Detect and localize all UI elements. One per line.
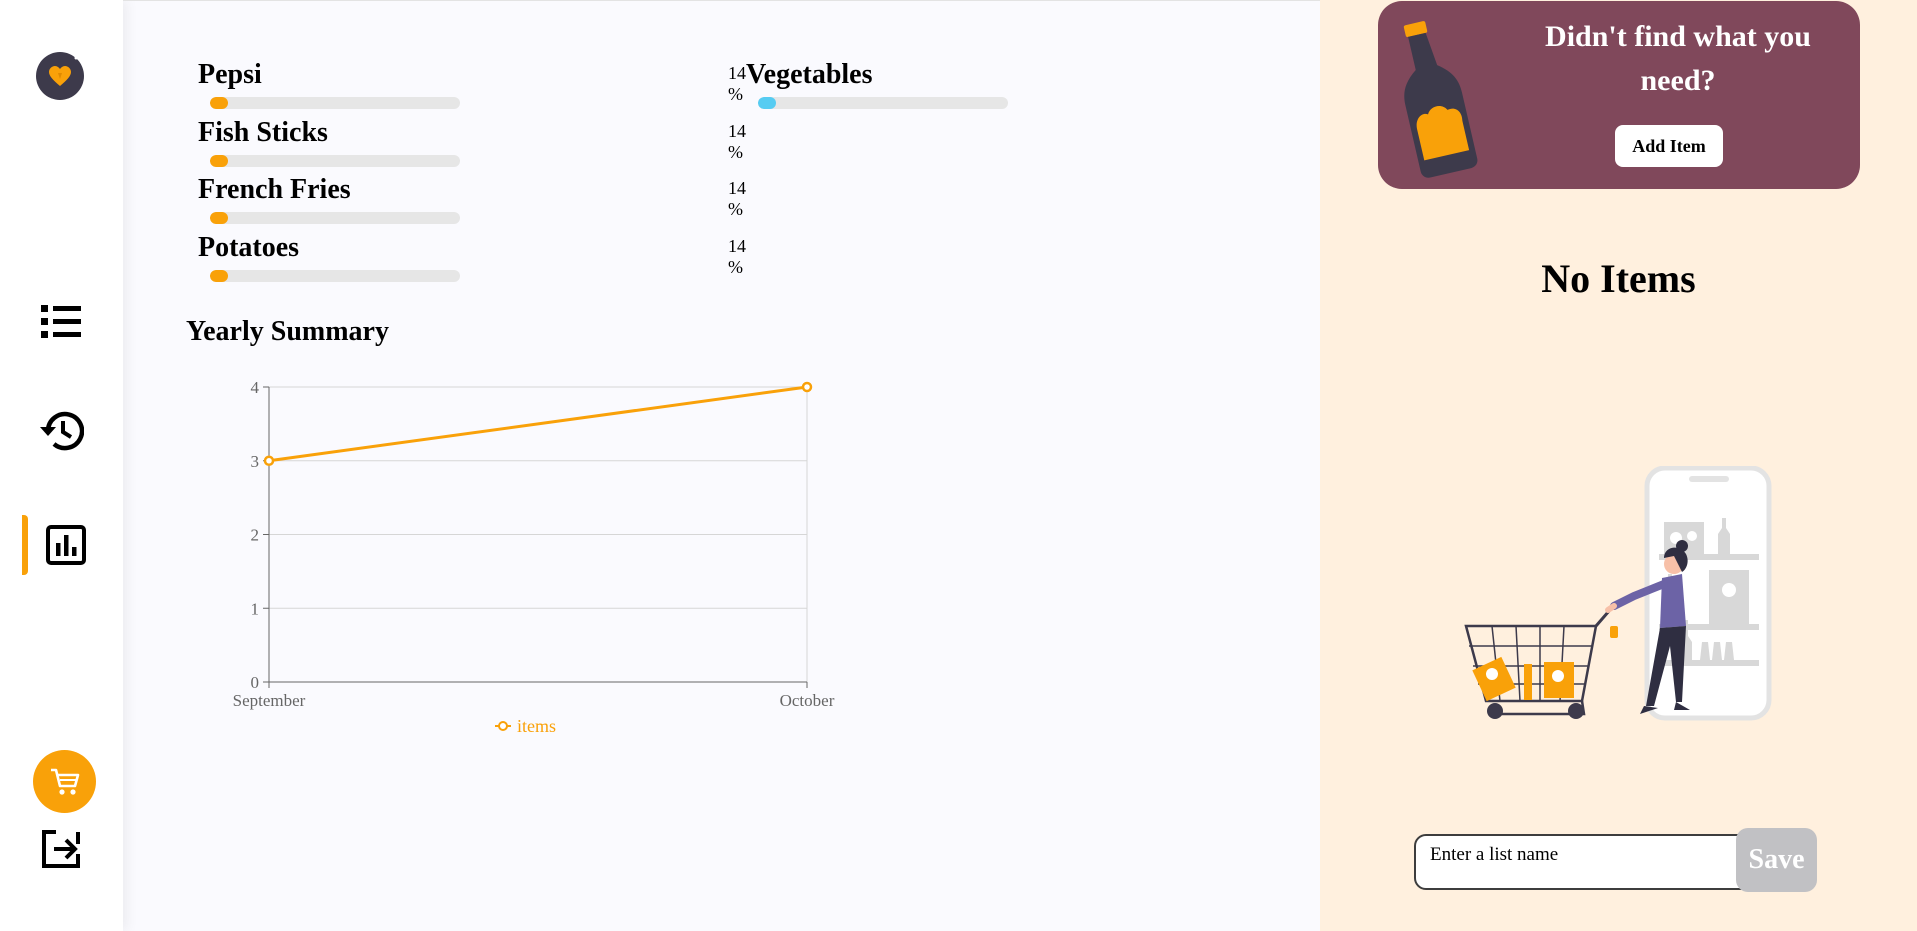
stat-percent: 14 % [728,120,746,162]
stat-name: Vegetables [746,59,873,90]
add-item-promo: Didn't find what you need? Add Item [1378,1,1860,189]
y-tick-label: 0 [251,673,260,692]
nav-history[interactable] [0,400,123,460]
logout-button[interactable] [40,828,82,875]
stat-row: Fish Sticks 14 % [198,116,746,174]
progress-track [210,154,460,167]
list-name-input[interactable] [1414,834,1754,890]
legend-label: items [517,716,556,736]
y-tick-label: 2 [251,526,260,545]
yearly-summary-chart: 0 1 2 3 4 September October items [233,378,835,736]
promo-text: Didn't find what you need? [1545,20,1811,97]
progress-fill [758,97,776,109]
stat-name: Potatoes [198,231,300,263]
cart-button[interactable] [33,750,96,813]
summary-title: Yearly Summary [186,316,389,347]
data-point [801,381,813,393]
y-tick-label: 3 [251,452,260,471]
nav-statistics[interactable] [0,515,123,575]
progress-track [758,97,1008,109]
statistics-main: Pepsi 14 % Fish Sticks 14 % French Fries 14 %… [123,0,1344,931]
progress-track [210,269,460,282]
progress-track [210,212,460,224]
statistics-icon [46,525,86,565]
cart-icon [51,768,80,795]
stat-name: Pepsi [198,59,262,90]
series-line [268,385,808,463]
y-tick-label: 1 [251,599,260,618]
x-tick-label: September [233,691,306,710]
stat-name: Fish Sticks [198,116,328,148]
shopping-illustration [1464,466,1772,721]
stat-row: Pepsi 14 % [198,59,746,116]
progress-fill [210,97,228,109]
stat-row: Potatoes 14 % [198,231,746,289]
data-point [263,455,275,466]
progress-fill [210,154,228,167]
y-tick-label: 4 [251,378,260,397]
list-name-form: Save [1414,828,1819,892]
add-item-button[interactable]: Add Item [1615,125,1723,167]
sparkle-icon [74,52,84,61]
sidebar [0,0,123,931]
shopping-list-panel: Didn't find what you need? Add Item No I… [1320,0,1917,931]
bottle-icon [1403,21,1478,178]
stat-percent: 14 % [728,235,746,277]
list-icon [41,305,81,338]
nav-items[interactable] [0,292,123,352]
save-button[interactable]: Save [1736,828,1817,892]
x-tick-label: October [780,691,835,710]
progress-fill [210,212,228,224]
logout-icon [42,830,80,868]
stat-name: French Fries [198,174,351,205]
history-icon [40,411,84,451]
stat-percent: 14 % [728,63,746,104]
legend-marker [498,721,508,731]
stat-percent: 14 % [728,178,746,219]
heart-icon [49,66,71,86]
stat-row: French Fries 14 % [198,174,746,231]
logo-icon[interactable] [36,52,84,100]
progress-fill [210,269,228,282]
progress-track [210,97,460,109]
stat-row: Vegetables14 % [746,59,1344,116]
empty-list-text: No Items [1541,256,1696,301]
